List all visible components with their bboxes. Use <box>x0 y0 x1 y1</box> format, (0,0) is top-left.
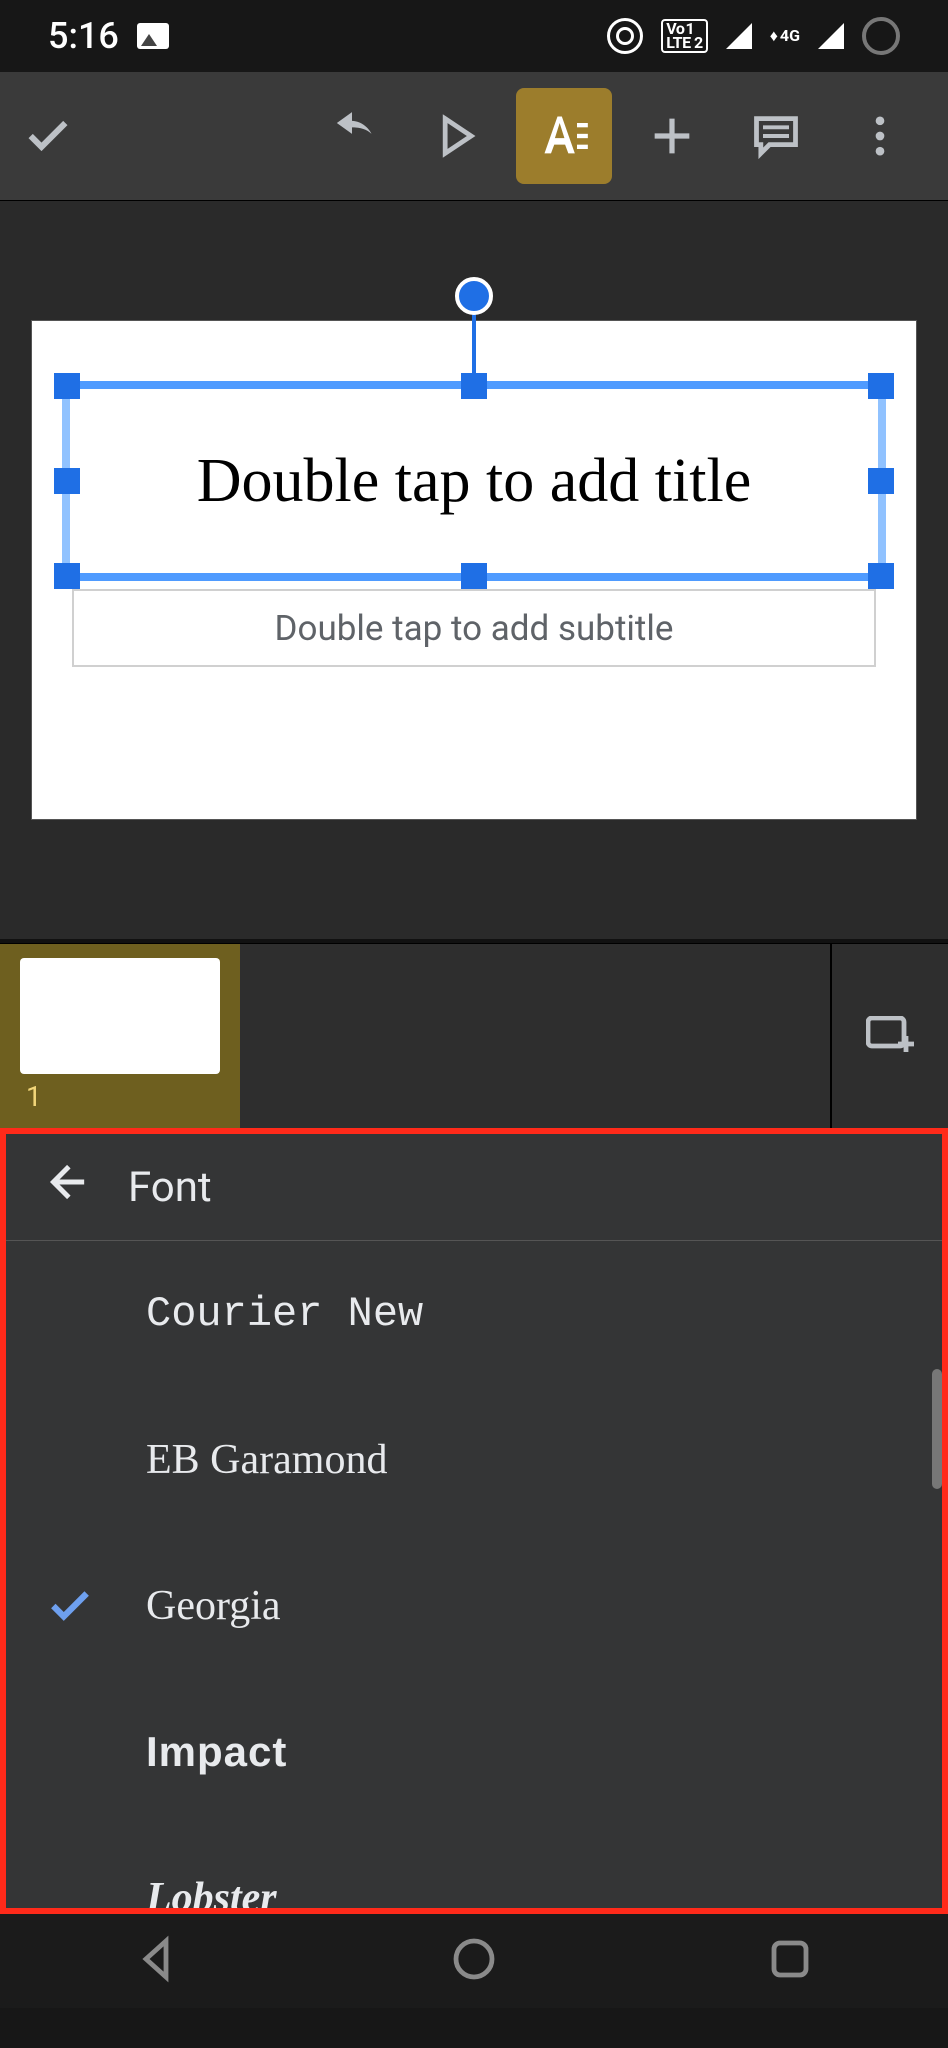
more-vert-icon <box>854 110 906 162</box>
undo-icon <box>326 110 378 162</box>
font-option-label: Lobster <box>146 1874 277 1908</box>
font-option-eb-garamond[interactable]: EB Garamond <box>6 1387 942 1533</box>
comment-button[interactable] <box>728 88 824 184</box>
font-option-courier-new[interactable]: Courier New <box>6 1241 942 1387</box>
text-format-icon <box>538 110 590 162</box>
slide-canvas[interactable]: Double tap to add title Double tap to ad… <box>0 201 948 943</box>
slide-thumbnail <box>20 958 220 1074</box>
filmstrip-empty <box>240 944 830 1128</box>
font-option-label: EB Garamond <box>146 1436 387 1484</box>
nav-back-icon <box>134 1935 182 1983</box>
filmstrip-slide-1[interactable]: 1 <box>0 944 240 1128</box>
more-button[interactable] <box>832 88 928 184</box>
new-slide-icon <box>866 1016 914 1056</box>
editor-toolbar <box>0 72 948 201</box>
font-option-label: Impact <box>146 1728 287 1776</box>
font-list[interactable]: Courier New EB Garamond Georgia Impact Lobst… <box>6 1241 942 1908</box>
nav-recent-button[interactable] <box>766 1935 814 1987</box>
undo-button[interactable] <box>304 88 400 184</box>
plus-icon <box>646 110 698 162</box>
signal-icon-2 <box>818 23 844 49</box>
check-icon <box>45 1581 95 1631</box>
present-button[interactable] <box>408 88 504 184</box>
loading-icon <box>862 17 900 55</box>
font-option-lobster[interactable]: Lobster <box>6 1825 942 1908</box>
add-button[interactable] <box>624 88 720 184</box>
subtitle-placeholder: Double tap to add subtitle <box>275 608 674 649</box>
picture-notification-icon <box>137 23 169 49</box>
play-icon <box>430 110 482 162</box>
hotspot-icon <box>607 18 643 54</box>
4g-icon: ♦4G <box>770 26 800 46</box>
android-nav-bar <box>0 1914 948 2008</box>
subtitle-text-box[interactable]: Double tap to add subtitle <box>72 589 876 667</box>
title-placeholder[interactable]: Double tap to add title <box>62 381 886 581</box>
rotation-handle[interactable] <box>455 277 493 315</box>
done-button[interactable] <box>0 88 96 184</box>
font-panel: Font Courier New EB Garamond Georgia Impact… <box>0 1128 948 1914</box>
nav-home-icon <box>450 1935 498 1983</box>
add-slide-button[interactable] <box>830 944 948 1128</box>
title-text-box[interactable]: Double tap to add title <box>62 381 886 581</box>
back-button[interactable] <box>42 1159 88 1216</box>
check-icon <box>22 110 74 162</box>
signal-icon <box>726 23 752 49</box>
volte-icon: Vo 1LTE 2 <box>661 19 707 53</box>
comment-icon <box>750 110 802 162</box>
slide[interactable]: Double tap to add title Double tap to ad… <box>32 321 916 819</box>
text-format-button[interactable] <box>516 88 612 184</box>
font-option-impact[interactable]: Impact <box>6 1679 942 1825</box>
nav-home-button[interactable] <box>450 1935 498 1987</box>
arrow-left-icon <box>42 1159 88 1205</box>
android-status-bar: 5:16 Vo 1LTE 2 ♦4G <box>0 0 948 72</box>
slide-filmstrip: 1 <box>0 943 948 1128</box>
nav-back-button[interactable] <box>134 1935 182 1987</box>
font-selected-check <box>42 1581 98 1631</box>
slide-number: 1 <box>26 1080 42 1113</box>
font-option-label: Courier New <box>146 1290 423 1338</box>
font-panel-title: Font <box>128 1163 212 1212</box>
font-option-label: Georgia <box>146 1582 281 1630</box>
font-option-georgia[interactable]: Georgia <box>6 1533 942 1679</box>
nav-recent-icon <box>766 1935 814 1983</box>
status-time: 5:16 <box>48 15 119 57</box>
font-panel-header: Font <box>6 1134 942 1241</box>
scroll-indicator[interactable] <box>932 1369 942 1489</box>
